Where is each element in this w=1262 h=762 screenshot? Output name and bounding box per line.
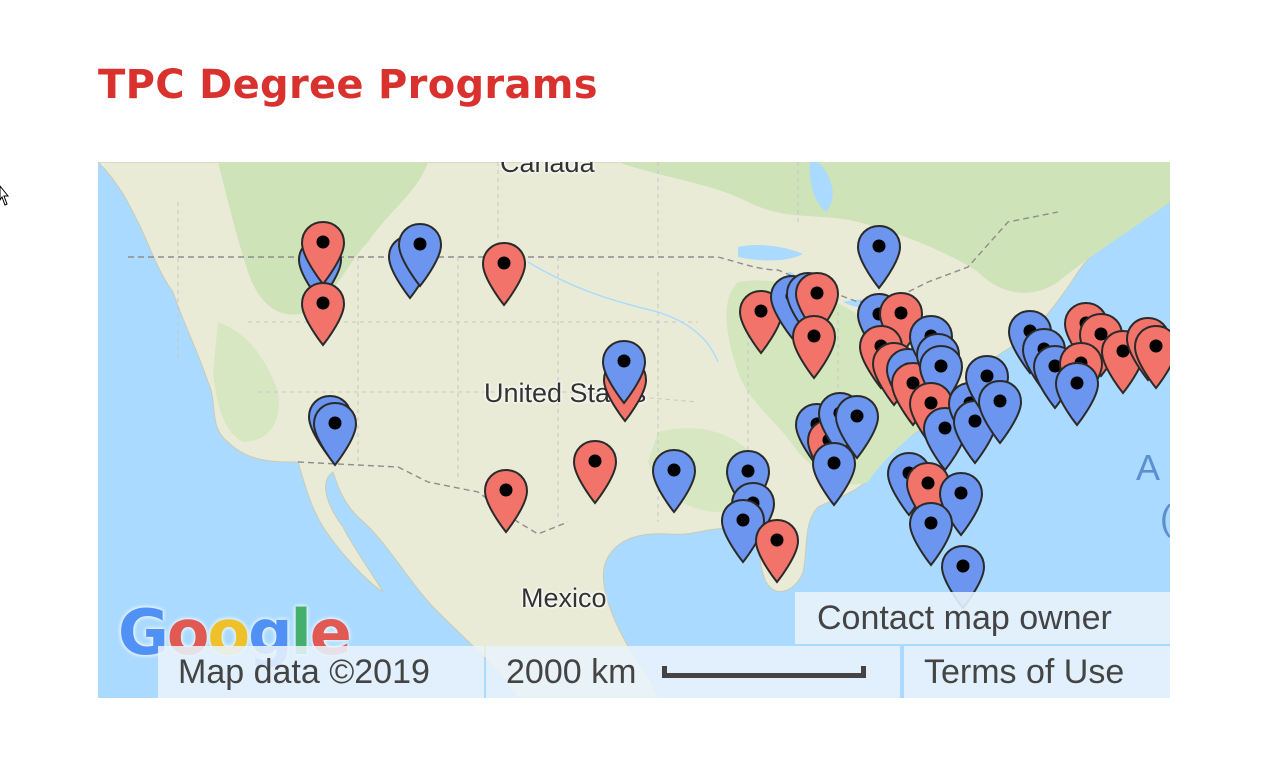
ocean-label-fragment: A bbox=[1136, 447, 1161, 488]
red-map-marker[interactable] bbox=[572, 439, 618, 505]
cursor-arrow-icon bbox=[0, 185, 10, 206]
map-data-attribution: Map data ©2019 bbox=[158, 646, 484, 698]
blue-map-marker[interactable] bbox=[312, 401, 358, 467]
ocean-label-fragment-2: ( bbox=[1160, 497, 1170, 539]
contact-map-owner-link[interactable]: Contact map owner bbox=[795, 592, 1170, 644]
red-map-marker[interactable] bbox=[754, 518, 800, 584]
terms-of-use-link[interactable]: Terms of Use bbox=[904, 646, 1170, 698]
map-viewport[interactable]: Canada United States Mexico A ( Google C… bbox=[98, 162, 1170, 698]
red-map-marker[interactable] bbox=[300, 220, 346, 287]
country-label-mexico: Mexico bbox=[521, 583, 607, 613]
blue-map-marker[interactable] bbox=[856, 224, 902, 290]
scale-bar-icon bbox=[662, 666, 866, 678]
scale-label: 2000 km bbox=[506, 653, 637, 691]
blue-map-marker[interactable] bbox=[397, 222, 443, 288]
blue-map-marker[interactable] bbox=[601, 339, 647, 405]
red-map-marker[interactable] bbox=[300, 281, 346, 347]
red-map-marker[interactable] bbox=[791, 314, 837, 380]
scale-control[interactable]: 2000 km bbox=[486, 646, 900, 698]
red-map-marker[interactable] bbox=[1133, 324, 1170, 390]
blue-map-marker[interactable] bbox=[811, 441, 857, 507]
page-title: TPC Degree Programs bbox=[98, 62, 598, 108]
country-label-canada: Canada bbox=[500, 162, 595, 178]
red-map-marker[interactable] bbox=[483, 468, 529, 534]
blue-map-marker[interactable] bbox=[977, 379, 1023, 445]
blue-map-marker[interactable] bbox=[1054, 361, 1100, 427]
blue-map-marker[interactable] bbox=[651, 448, 697, 514]
red-map-marker[interactable] bbox=[481, 241, 527, 307]
